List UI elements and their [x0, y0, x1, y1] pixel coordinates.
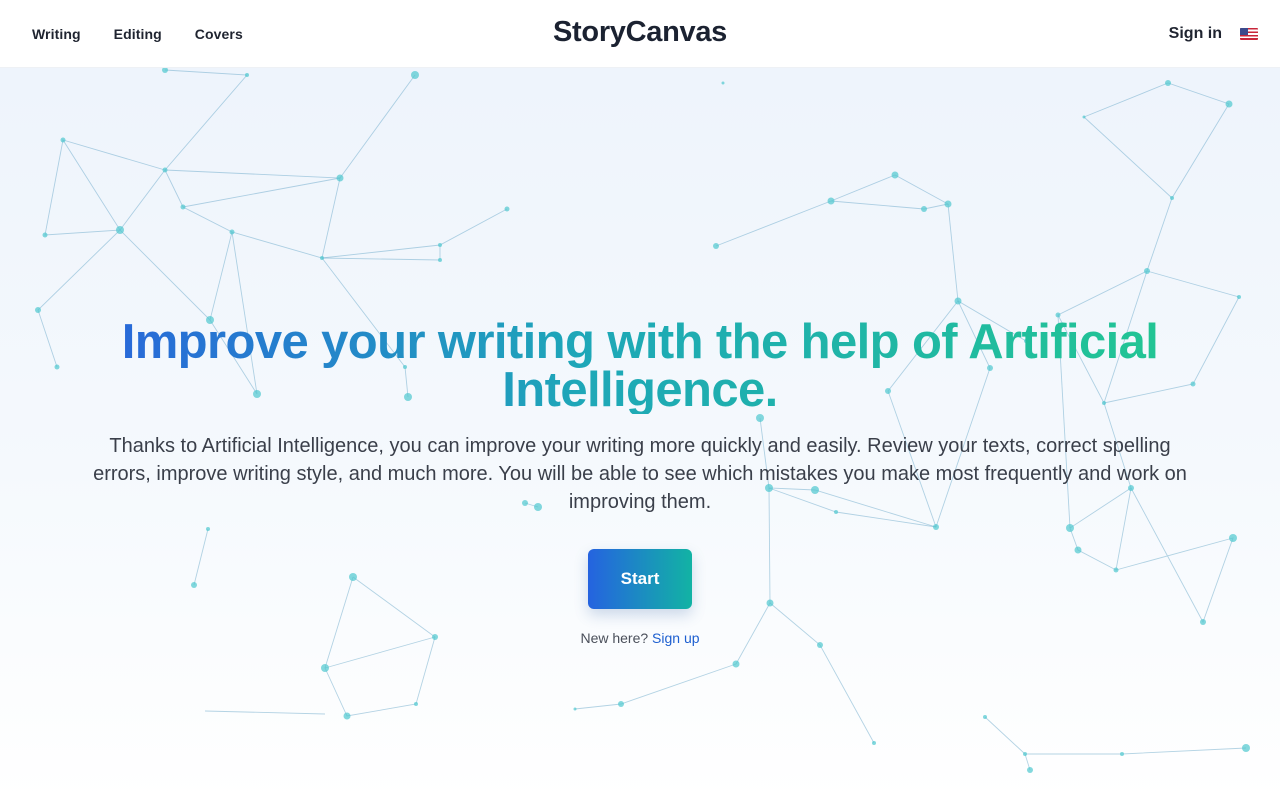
- nav-link-covers[interactable]: Covers: [195, 26, 243, 42]
- headline-line-1: Improve your writing with the help of Ar…: [121, 315, 1159, 369]
- description-line-2: errors, improve writing style, and much …: [93, 463, 1187, 485]
- us-flag-icon[interactable]: [1240, 28, 1258, 40]
- description-line-3: improving them.: [568, 491, 712, 513]
- primary-nav: Writing Editing Covers: [32, 0, 276, 68]
- hero-section: Improve your writing with the help of Ar…: [0, 0, 1280, 800]
- description-line-1: Thanks to Artificial Intelligence, you c…: [109, 435, 1171, 457]
- signup-prompt-line: New here? Sign up: [0, 630, 1280, 646]
- brand-logo[interactable]: StoryCanvas: [553, 16, 727, 48]
- sign-up-link[interactable]: Sign up: [652, 630, 699, 646]
- top-navigation-bar: Writing Editing Covers StoryCanvas Sign …: [0, 0, 1280, 68]
- hero-headline: Improve your writing with the help of Ar…: [40, 318, 1240, 414]
- sign-in-link[interactable]: Sign in: [1169, 25, 1222, 43]
- account-nav: Sign in: [1169, 0, 1258, 68]
- signup-prompt-text: New here?: [580, 630, 649, 646]
- hero-description: Thanks to Artificial Intelligence, you c…: [12, 432, 1268, 516]
- start-button[interactable]: Start: [588, 549, 692, 609]
- flag-canton: [1240, 28, 1248, 35]
- nav-link-editing[interactable]: Editing: [114, 26, 162, 42]
- nav-link-writing[interactable]: Writing: [32, 26, 81, 42]
- headline-line-2: Intelligence.: [502, 363, 778, 417]
